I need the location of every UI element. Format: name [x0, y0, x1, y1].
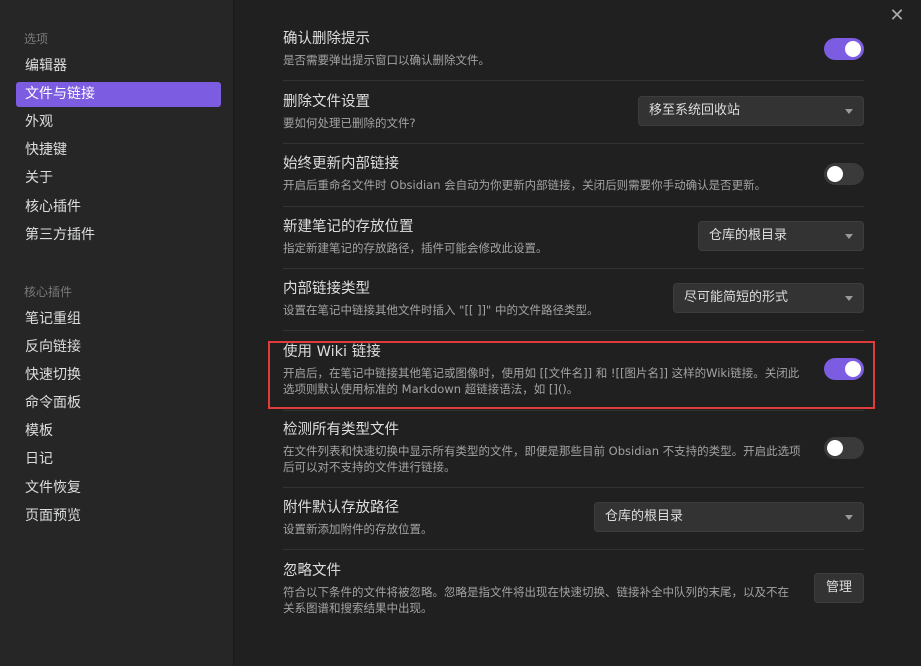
sidebar-item-backlinks[interactable]: 反向链接: [16, 335, 221, 360]
setting-excluded-files: 忽略文件 符合以下条件的文件将被忽略。忽略是指文件将出现在快速切换、链接补全中队…: [283, 562, 793, 616]
sidebar-item-hotkeys[interactable]: 快捷键: [16, 138, 221, 163]
close-icon[interactable]: ✕: [887, 6, 907, 26]
setting-desc: 开启后重命名文件时 Obsidian 会自动为你更新内部链接，关闭后则需要你手动…: [283, 178, 767, 192]
sidebar-item-editor[interactable]: 编辑器: [16, 54, 221, 79]
divider: [283, 410, 864, 411]
toggle-knob: [827, 440, 843, 456]
setting-name: 始终更新内部链接: [283, 156, 399, 172]
sidebar-group-options-title: 选项: [24, 32, 49, 46]
divider: [283, 268, 864, 269]
setting-desc: 在文件列表和快速切换中显示所有类型的文件，即便是那些目前 Obsidian 不支…: [283, 444, 801, 474]
settings-sidebar: 选项 编辑器 文件与链接 外观 快捷键 关于 核心插件 第三方插件 核心插件 笔…: [0, 0, 234, 666]
sidebar-item-daily-notes[interactable]: 日记: [16, 447, 221, 472]
divider: [283, 143, 864, 144]
dropdown-value: 仓库的根目录: [709, 228, 788, 243]
sidebar-item-about[interactable]: 关于: [16, 166, 221, 191]
setting-name: 使用 Wiki 链接: [283, 344, 381, 360]
settings-content: ✕ 确认删除提示 是否需要弹出提示窗口以确认删除文件。 删除文件设置 要如何处理…: [235, 0, 921, 666]
sidebar-item-appearance[interactable]: 外观: [16, 110, 221, 135]
sidebar-item-file-recovery[interactable]: 文件恢复: [16, 476, 221, 501]
setting-use-wikilinks: 使用 Wiki 链接 开启后，在笔记中链接其他笔记或图像时，使用如 [[文件名]…: [283, 343, 803, 397]
setting-desc: 符合以下条件的文件将被忽略。忽略是指文件将出现在快速切换、链接补全中队列的末尾，…: [283, 585, 789, 615]
toggle-knob: [827, 166, 843, 182]
confirm-delete-toggle[interactable]: [824, 38, 864, 60]
divider: [283, 549, 864, 550]
divider: [283, 487, 864, 488]
sidebar-item-templates[interactable]: 模板: [16, 419, 221, 444]
chevron-down-icon: [845, 109, 853, 114]
dropdown-value: 尽可能简短的形式: [684, 290, 789, 305]
internal-link-type-dropdown[interactable]: 尽可能简短的形式: [673, 283, 864, 313]
use-wikilinks-toggle[interactable]: [824, 358, 864, 380]
manage-excluded-files-button[interactable]: 管理: [814, 573, 864, 603]
setting-desc: 是否需要弹出提示窗口以确认删除文件。: [283, 53, 490, 67]
sidebar-item-page-preview[interactable]: 页面预览: [16, 504, 221, 529]
sidebar-item-files-links[interactable]: 文件与链接: [16, 82, 221, 107]
toggle-knob: [845, 41, 861, 57]
sidebar-item-quick-switcher[interactable]: 快速切换: [16, 363, 221, 388]
toggle-knob: [845, 361, 861, 377]
setting-name: 确认删除提示: [283, 31, 370, 47]
divider: [283, 330, 864, 331]
chevron-down-icon: [845, 234, 853, 239]
always-update-links-toggle[interactable]: [824, 163, 864, 185]
setting-detect-all-extensions: 检测所有类型文件 在文件列表和快速切换中显示所有类型的文件，即便是那些目前 Ob…: [283, 421, 803, 475]
setting-desc: 开启后，在笔记中链接其他笔记或图像时，使用如 [[文件名]] 和 ![[图片名]…: [283, 366, 800, 396]
new-note-location-dropdown[interactable]: 仓库的根目录: [698, 221, 864, 251]
dropdown-value: 仓库的根目录: [605, 509, 684, 524]
attachment-folder-dropdown[interactable]: 仓库的根目录: [594, 502, 864, 532]
chevron-down-icon: [845, 296, 853, 301]
setting-always-update-links: 始终更新内部链接 开启后重命名文件时 Obsidian 会自动为你更新内部链接，…: [283, 155, 864, 193]
sidebar-item-command-palette[interactable]: 命令面板: [16, 391, 221, 416]
deleted-files-dropdown[interactable]: 移至系统回收站: [638, 96, 864, 126]
sidebar-item-community-plugins[interactable]: 第三方插件: [16, 223, 221, 248]
divider: [283, 80, 864, 81]
sidebar-item-core-plugins[interactable]: 核心插件: [16, 195, 221, 220]
divider: [283, 206, 864, 207]
detect-all-extensions-toggle[interactable]: [824, 437, 864, 459]
sidebar-item-note-composer[interactable]: 笔记重组: [16, 307, 221, 332]
setting-name: 忽略文件: [283, 563, 341, 579]
setting-confirm-delete: 确认删除提示 是否需要弹出提示窗口以确认删除文件。: [283, 30, 864, 68]
setting-name: 检测所有类型文件: [283, 422, 399, 438]
sidebar-group-plugins-title: 核心插件: [24, 285, 73, 299]
chevron-down-icon: [845, 515, 853, 520]
dropdown-value: 移至系统回收站: [649, 103, 741, 118]
